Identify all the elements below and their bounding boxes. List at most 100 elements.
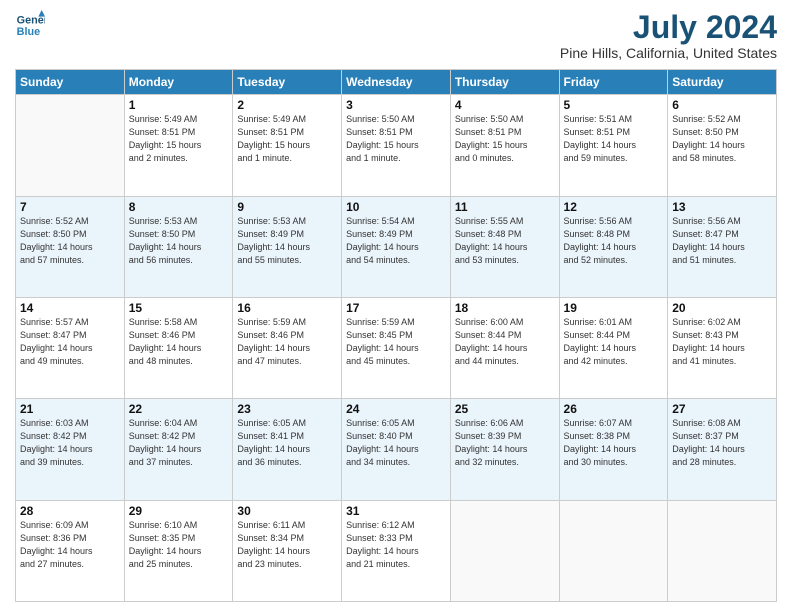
day-info: Sunrise: 5:55 AM Sunset: 8:48 PM Dayligh… — [455, 215, 555, 267]
table-row — [450, 500, 559, 601]
day-info: Sunrise: 6:09 AM Sunset: 8:36 PM Dayligh… — [20, 519, 120, 571]
table-row: 21Sunrise: 6:03 AM Sunset: 8:42 PM Dayli… — [16, 399, 125, 500]
day-info: Sunrise: 6:06 AM Sunset: 8:39 PM Dayligh… — [455, 417, 555, 469]
table-row: 6Sunrise: 5:52 AM Sunset: 8:50 PM Daylig… — [668, 95, 777, 196]
day-info: Sunrise: 5:52 AM Sunset: 8:50 PM Dayligh… — [20, 215, 120, 267]
table-row: 27Sunrise: 6:08 AM Sunset: 8:37 PM Dayli… — [668, 399, 777, 500]
table-row: 2Sunrise: 5:49 AM Sunset: 8:51 PM Daylig… — [233, 95, 342, 196]
table-row: 14Sunrise: 5:57 AM Sunset: 8:47 PM Dayli… — [16, 297, 125, 398]
calendar-week-row: 28Sunrise: 6:09 AM Sunset: 8:36 PM Dayli… — [16, 500, 777, 601]
table-row: 24Sunrise: 6:05 AM Sunset: 8:40 PM Dayli… — [342, 399, 451, 500]
day-info: Sunrise: 5:52 AM Sunset: 8:50 PM Dayligh… — [672, 113, 772, 165]
calendar-week-row: 1Sunrise: 5:49 AM Sunset: 8:51 PM Daylig… — [16, 95, 777, 196]
day-info: Sunrise: 6:12 AM Sunset: 8:33 PM Dayligh… — [346, 519, 446, 571]
col-tuesday: Tuesday — [233, 70, 342, 95]
table-row: 16Sunrise: 5:59 AM Sunset: 8:46 PM Dayli… — [233, 297, 342, 398]
day-number: 17 — [346, 301, 446, 315]
table-row: 28Sunrise: 6:09 AM Sunset: 8:36 PM Dayli… — [16, 500, 125, 601]
table-row — [559, 500, 668, 601]
table-row: 5Sunrise: 5:51 AM Sunset: 8:51 PM Daylig… — [559, 95, 668, 196]
calendar-week-row: 14Sunrise: 5:57 AM Sunset: 8:47 PM Dayli… — [16, 297, 777, 398]
table-row: 26Sunrise: 6:07 AM Sunset: 8:38 PM Dayli… — [559, 399, 668, 500]
day-number: 8 — [129, 200, 229, 214]
day-info: Sunrise: 5:49 AM Sunset: 8:51 PM Dayligh… — [237, 113, 337, 165]
table-row: 4Sunrise: 5:50 AM Sunset: 8:51 PM Daylig… — [450, 95, 559, 196]
day-number: 5 — [564, 98, 664, 112]
day-info: Sunrise: 6:02 AM Sunset: 8:43 PM Dayligh… — [672, 316, 772, 368]
day-number: 19 — [564, 301, 664, 315]
day-info: Sunrise: 6:04 AM Sunset: 8:42 PM Dayligh… — [129, 417, 229, 469]
table-row: 22Sunrise: 6:04 AM Sunset: 8:42 PM Dayli… — [124, 399, 233, 500]
table-row: 9Sunrise: 5:53 AM Sunset: 8:49 PM Daylig… — [233, 196, 342, 297]
day-info: Sunrise: 5:59 AM Sunset: 8:45 PM Dayligh… — [346, 316, 446, 368]
col-thursday: Thursday — [450, 70, 559, 95]
day-number: 7 — [20, 200, 120, 214]
table-row: 25Sunrise: 6:06 AM Sunset: 8:39 PM Dayli… — [450, 399, 559, 500]
col-monday: Monday — [124, 70, 233, 95]
day-number: 18 — [455, 301, 555, 315]
day-info: Sunrise: 6:05 AM Sunset: 8:40 PM Dayligh… — [346, 417, 446, 469]
calendar-table: Sunday Monday Tuesday Wednesday Thursday… — [15, 69, 777, 602]
day-number: 2 — [237, 98, 337, 112]
day-number: 6 — [672, 98, 772, 112]
table-row: 7Sunrise: 5:52 AM Sunset: 8:50 PM Daylig… — [16, 196, 125, 297]
logo: General Blue — [15, 10, 45, 40]
table-row: 31Sunrise: 6:12 AM Sunset: 8:33 PM Dayli… — [342, 500, 451, 601]
day-number: 20 — [672, 301, 772, 315]
table-row: 20Sunrise: 6:02 AM Sunset: 8:43 PM Dayli… — [668, 297, 777, 398]
day-number: 22 — [129, 402, 229, 416]
header: General Blue July 2024 Pine Hills, Calif… — [15, 10, 777, 61]
day-number: 27 — [672, 402, 772, 416]
col-friday: Friday — [559, 70, 668, 95]
day-info: Sunrise: 5:59 AM Sunset: 8:46 PM Dayligh… — [237, 316, 337, 368]
day-info: Sunrise: 5:50 AM Sunset: 8:51 PM Dayligh… — [455, 113, 555, 165]
svg-text:Blue: Blue — [17, 26, 40, 38]
table-row: 10Sunrise: 5:54 AM Sunset: 8:49 PM Dayli… — [342, 196, 451, 297]
table-row: 19Sunrise: 6:01 AM Sunset: 8:44 PM Dayli… — [559, 297, 668, 398]
page: General Blue July 2024 Pine Hills, Calif… — [0, 0, 792, 612]
calendar-header-row: Sunday Monday Tuesday Wednesday Thursday… — [16, 70, 777, 95]
day-info: Sunrise: 5:49 AM Sunset: 8:51 PM Dayligh… — [129, 113, 229, 165]
table-row: 1Sunrise: 5:49 AM Sunset: 8:51 PM Daylig… — [124, 95, 233, 196]
table-row: 15Sunrise: 5:58 AM Sunset: 8:46 PM Dayli… — [124, 297, 233, 398]
logo-icon: General Blue — [15, 10, 45, 40]
day-number: 15 — [129, 301, 229, 315]
day-info: Sunrise: 6:01 AM Sunset: 8:44 PM Dayligh… — [564, 316, 664, 368]
table-row: 13Sunrise: 5:56 AM Sunset: 8:47 PM Dayli… — [668, 196, 777, 297]
table-row: 12Sunrise: 5:56 AM Sunset: 8:48 PM Dayli… — [559, 196, 668, 297]
table-row: 11Sunrise: 5:55 AM Sunset: 8:48 PM Dayli… — [450, 196, 559, 297]
day-info: Sunrise: 6:11 AM Sunset: 8:34 PM Dayligh… — [237, 519, 337, 571]
day-info: Sunrise: 6:00 AM Sunset: 8:44 PM Dayligh… — [455, 316, 555, 368]
table-row: 8Sunrise: 5:53 AM Sunset: 8:50 PM Daylig… — [124, 196, 233, 297]
col-wednesday: Wednesday — [342, 70, 451, 95]
day-info: Sunrise: 6:07 AM Sunset: 8:38 PM Dayligh… — [564, 417, 664, 469]
day-info: Sunrise: 5:56 AM Sunset: 8:47 PM Dayligh… — [672, 215, 772, 267]
table-row: 3Sunrise: 5:50 AM Sunset: 8:51 PM Daylig… — [342, 95, 451, 196]
header-right: July 2024 Pine Hills, California, United… — [560, 10, 777, 61]
col-sunday: Sunday — [16, 70, 125, 95]
day-number: 26 — [564, 402, 664, 416]
day-number: 29 — [129, 504, 229, 518]
day-info: Sunrise: 5:51 AM Sunset: 8:51 PM Dayligh… — [564, 113, 664, 165]
day-number: 25 — [455, 402, 555, 416]
table-row: 17Sunrise: 5:59 AM Sunset: 8:45 PM Dayli… — [342, 297, 451, 398]
table-row — [668, 500, 777, 601]
col-saturday: Saturday — [668, 70, 777, 95]
day-number: 30 — [237, 504, 337, 518]
day-info: Sunrise: 5:53 AM Sunset: 8:50 PM Dayligh… — [129, 215, 229, 267]
day-number: 9 — [237, 200, 337, 214]
day-info: Sunrise: 5:50 AM Sunset: 8:51 PM Dayligh… — [346, 113, 446, 165]
day-info: Sunrise: 5:57 AM Sunset: 8:47 PM Dayligh… — [20, 316, 120, 368]
day-info: Sunrise: 5:56 AM Sunset: 8:48 PM Dayligh… — [564, 215, 664, 267]
day-number: 12 — [564, 200, 664, 214]
day-info: Sunrise: 6:08 AM Sunset: 8:37 PM Dayligh… — [672, 417, 772, 469]
day-number: 16 — [237, 301, 337, 315]
table-row — [16, 95, 125, 196]
day-number: 23 — [237, 402, 337, 416]
table-row: 18Sunrise: 6:00 AM Sunset: 8:44 PM Dayli… — [450, 297, 559, 398]
day-info: Sunrise: 6:03 AM Sunset: 8:42 PM Dayligh… — [20, 417, 120, 469]
day-number: 13 — [672, 200, 772, 214]
day-number: 10 — [346, 200, 446, 214]
day-number: 31 — [346, 504, 446, 518]
day-info: Sunrise: 6:05 AM Sunset: 8:41 PM Dayligh… — [237, 417, 337, 469]
